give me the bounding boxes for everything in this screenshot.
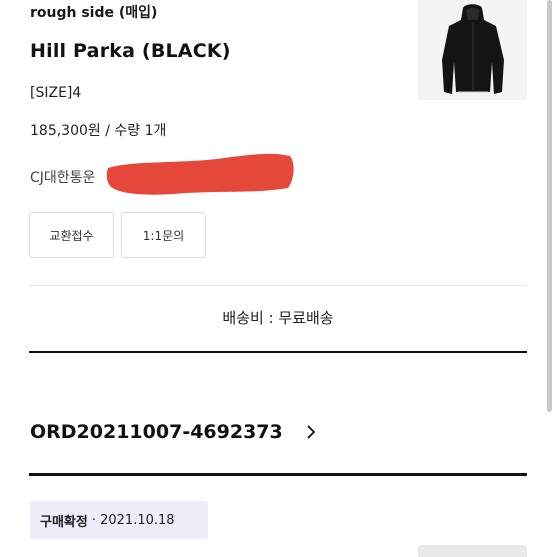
exchange-button[interactable]: 교환접수: [29, 212, 114, 258]
parka-image: [418, 0, 527, 100]
order-number-link[interactable]: ORD20211007-4692373: [30, 421, 283, 443]
product-name[interactable]: Hill Parka (BLACK): [30, 40, 231, 62]
redaction-mark: [106, 153, 294, 195]
next-item-thumbnail: [418, 545, 527, 557]
section-divider-bold: [29, 351, 527, 353]
courier-tracking[interactable]: CJ대한통운: [30, 167, 95, 187]
order-status-date: · 2021.10.18: [91, 512, 175, 528]
brand-label: rough side (매입): [30, 5, 158, 21]
chevron-right-icon[interactable]: [303, 424, 319, 440]
product-thumbnail[interactable]: [418, 0, 527, 100]
scrollbar[interactable]: [547, 0, 552, 412]
section-divider: [29, 285, 527, 286]
price-quantity: 185,300원 / 수량 1개: [30, 123, 167, 139]
order-divider-bold: [29, 473, 527, 476]
status-badge: 구매확정 · 2021.10.18: [30, 501, 208, 539]
shipping-fee: 배송비 : 무료배송: [222, 309, 334, 327]
product-size: [SIZE]4: [30, 85, 82, 101]
order-status: 구매확정: [40, 514, 88, 530]
inquiry-button[interactable]: 1:1문의: [121, 212, 206, 258]
